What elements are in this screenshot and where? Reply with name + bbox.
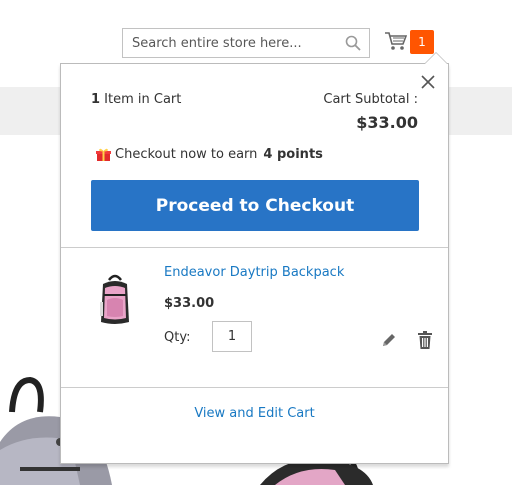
reward-points: 4 points xyxy=(263,147,323,162)
divider xyxy=(61,387,448,388)
view-and-edit-cart-link[interactable]: View and Edit Cart xyxy=(61,406,448,421)
proceed-to-checkout-button[interactable]: Proceed to Checkout xyxy=(91,180,419,231)
gift-icon xyxy=(96,148,111,161)
search-input[interactable] xyxy=(123,29,342,57)
trash-icon[interactable] xyxy=(417,330,433,350)
product-name-link[interactable]: Endeavor Daytrip Backpack xyxy=(164,265,344,280)
cart-subtotal-label: Cart Subtotal : xyxy=(323,92,418,107)
cart-subtotal-amount: $33.00 xyxy=(356,113,418,132)
dropdown-caret-fill xyxy=(425,53,447,64)
cart-count-badge[interactable]: 1 xyxy=(410,30,434,54)
product-thumbnail[interactable] xyxy=(95,272,135,326)
qty-input[interactable] xyxy=(212,321,252,352)
reward-text: Checkout now to earn xyxy=(115,147,258,162)
items-count-label: Item in Cart xyxy=(100,92,182,107)
reward-points-message: Checkout now to earn 4 points xyxy=(96,147,323,162)
items-count-number: 1 xyxy=(91,92,101,107)
close-icon[interactable] xyxy=(420,74,436,90)
minicart-dropdown: 1 Item in Cart Cart Subtotal : $33.00 Ch… xyxy=(60,52,449,464)
search-box[interactable] xyxy=(122,28,370,58)
search-icon[interactable] xyxy=(345,35,361,51)
shopping-cart-icon[interactable] xyxy=(385,31,407,51)
pencil-icon[interactable] xyxy=(381,332,397,348)
product-price: $33.00 xyxy=(164,296,215,311)
divider xyxy=(61,247,448,248)
qty-label: Qty: xyxy=(164,330,191,345)
items-in-cart-count: 1 Item in Cart xyxy=(91,92,181,107)
